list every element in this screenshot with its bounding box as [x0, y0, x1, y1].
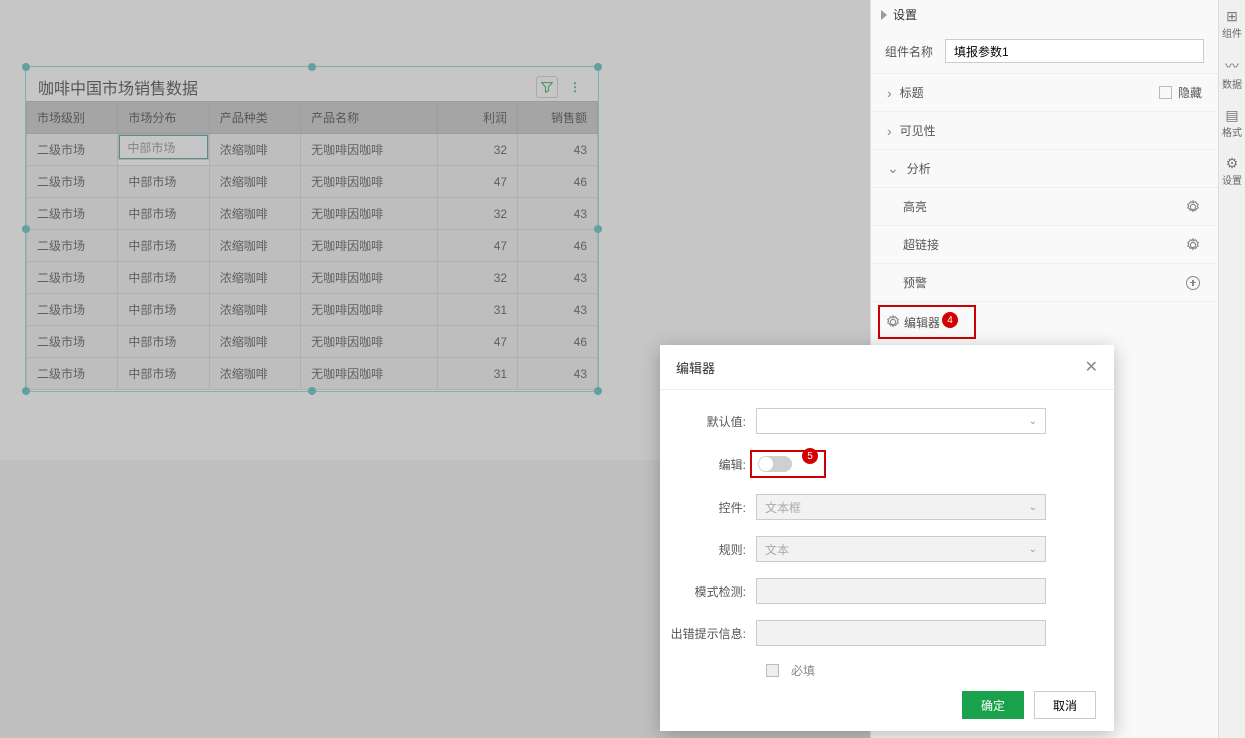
dialog-title: 编辑器 — [676, 358, 1085, 377]
chevron-down-icon: ⌄ — [1029, 502, 1037, 513]
compname-input[interactable] — [945, 39, 1204, 63]
accordion-visibility[interactable]: 可见性 — [871, 112, 1218, 150]
step-badge-5: 5 — [802, 448, 818, 464]
gear-icon[interactable] — [1186, 200, 1200, 214]
rule-select: 文本⌄ — [756, 536, 1046, 562]
accordion-analysis[interactable]: 分析 — [871, 150, 1218, 188]
edit-toggle-highlight: 5 — [750, 450, 826, 478]
edit-toggle[interactable] — [758, 456, 792, 472]
gear-icon — [886, 315, 900, 329]
default-select[interactable]: ⌄ — [756, 408, 1046, 434]
chevron-down-icon: ⌄ — [1029, 544, 1037, 555]
accordion-label: 标题 — [900, 84, 924, 101]
close-icon[interactable]: ✕ — [1085, 357, 1098, 377]
sub-hyperlink[interactable]: 超链接 — [871, 226, 1218, 264]
sub-label: 编辑器 — [904, 314, 940, 331]
error-input — [756, 620, 1046, 646]
panel-header[interactable]: 设置 — [871, 0, 1218, 29]
editor-dialog: 编辑器 ✕ 默认值: ⌄ 编辑: 5 控件: 文本框⌄ 规则: 文本⌄ 模式检测… — [660, 345, 1114, 731]
sub-alert[interactable]: 预警 — [871, 264, 1218, 302]
edit-label: 编辑: — [670, 456, 756, 473]
gear-icon: ⚙ — [1219, 155, 1245, 172]
ok-button[interactable]: 确定 — [962, 691, 1024, 719]
hide-checkbox[interactable] — [1159, 86, 1172, 99]
side-strip: ⊞组件 〰数据 ▤格式 ⚙设置 — [1218, 0, 1245, 738]
plus-icon[interactable] — [1186, 276, 1200, 290]
hide-label: 隐藏 — [1178, 84, 1202, 101]
accordion-label: 分析 — [907, 160, 931, 177]
sub-label: 高亮 — [903, 198, 927, 215]
pattern-input — [756, 578, 1046, 604]
strip-data[interactable]: 〰数据 — [1219, 48, 1245, 99]
strip-settings[interactable]: ⚙设置 — [1219, 147, 1245, 195]
strip-format[interactable]: ▤格式 — [1219, 99, 1245, 147]
rule-label: 规则: — [670, 541, 756, 558]
gear-icon[interactable] — [1186, 238, 1200, 252]
default-label: 默认值: — [670, 413, 756, 430]
accordion-label: 可见性 — [900, 122, 936, 139]
cancel-button[interactable]: 取消 — [1034, 691, 1096, 719]
layout-icon: ▤ — [1219, 107, 1245, 124]
required-label: 必填 — [791, 662, 815, 679]
control-label: 控件: — [670, 499, 756, 516]
required-checkbox — [766, 664, 779, 677]
grid-icon: ⊞ — [1219, 8, 1245, 25]
error-label: 出错提示信息: — [670, 625, 756, 642]
step-badge-4: 4 — [942, 312, 958, 328]
strip-component[interactable]: ⊞组件 — [1219, 0, 1245, 48]
pattern-label: 模式检测: — [670, 583, 756, 600]
sub-label: 预警 — [903, 274, 927, 291]
control-select: 文本框⌄ — [756, 494, 1046, 520]
sub-label: 超链接 — [903, 236, 939, 253]
compname-label: 组件名称 — [885, 43, 945, 60]
wave-icon: 〰 — [1219, 56, 1245, 76]
sub-highlight[interactable]: 高亮 — [871, 188, 1218, 226]
chevron-down-icon: ⌄ — [1029, 416, 1037, 427]
accordion-title[interactable]: 标题 隐藏 — [871, 74, 1218, 112]
sub-editor[interactable]: 编辑器 — [878, 305, 976, 339]
